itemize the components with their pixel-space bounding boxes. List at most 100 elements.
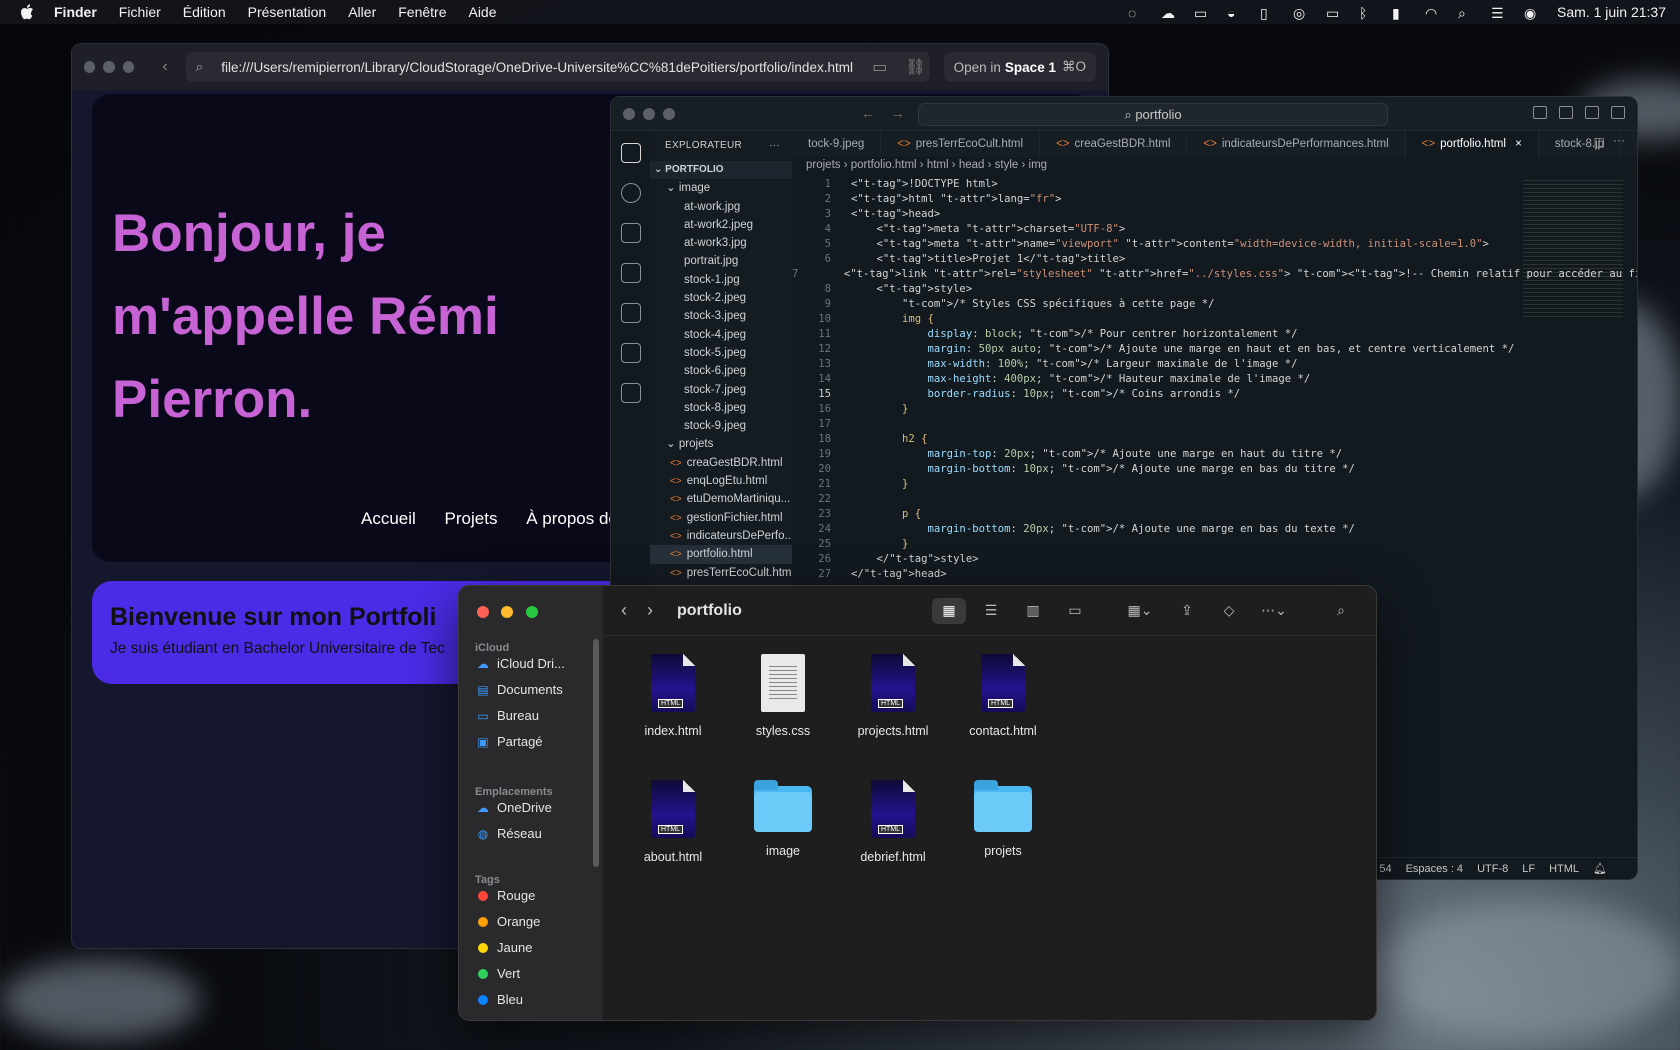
run-debug-icon[interactable] <box>620 263 641 283</box>
bluetooth-icon[interactable]: ᛒ <box>1359 5 1377 21</box>
customize-layout-icon[interactable] <box>1611 106 1625 119</box>
editor-tab[interactable]: stock-8.jp <box>1539 131 1622 157</box>
cup-icon[interactable]: ◒ <box>1227 5 1245 21</box>
status-encoding[interactable]: UTF-8 <box>1477 863 1508 875</box>
command-center-search[interactable]: ⌕ portfolio <box>918 103 1388 126</box>
gallery-view-icon[interactable]: ▭ <box>1058 598 1092 624</box>
icon-view-icon[interactable]: ▦ <box>932 597 966 624</box>
search-icon[interactable]: ⌕ <box>1324 598 1358 624</box>
zoom-button[interactable] <box>663 107 675 120</box>
cloud-status-icon[interactable]: ☁ <box>1161 5 1179 21</box>
explorer-file-item[interactable]: stock-6.jpeg <box>650 362 792 380</box>
breadcrumb-item[interactable]: portfolio.html <box>851 159 917 171</box>
file-item[interactable]: image <box>733 780 833 858</box>
minimize-button[interactable] <box>643 107 655 120</box>
back-arrow-icon[interactable]: ← <box>861 105 875 121</box>
sidebar-item[interactable]: ▤ Documents <box>475 682 562 697</box>
editor-tab[interactable]: <> presTerrEcoCult.html <box>881 131 1041 157</box>
explorer-file-item[interactable]: stock-5.jpeg <box>650 344 792 362</box>
sidebar-item[interactable]: Bleu <box>475 992 523 1007</box>
explorer-file-item[interactable]: portrait.jpg <box>650 252 792 270</box>
nav-link-projets[interactable]: Projets <box>445 509 498 528</box>
explorer-file-item[interactable]: stock-9.jpeg <box>650 417 792 435</box>
close-tab-icon[interactable]: × <box>1512 138 1522 150</box>
menu-fichier[interactable]: Fichier <box>119 4 161 20</box>
explorer-file-item[interactable]: at-work2.jpeg <box>650 216 792 234</box>
forward-chevron-icon[interactable]: › <box>647 600 653 621</box>
source-control-icon[interactable] <box>620 223 641 243</box>
back-chevron-icon[interactable]: ‹ <box>621 600 627 621</box>
explorer-file-item[interactable]: <> creaGestBDR.html <box>650 454 792 472</box>
explorer-file-item[interactable]: <> etuDemoMartiniqu... <box>650 490 792 508</box>
sidebar-item[interactable]: ▭ Bureau <box>475 708 539 723</box>
explorer-file-item[interactable]: <> portfolio.html <box>650 545 792 564</box>
close-button[interactable] <box>623 107 635 120</box>
minimize-button[interactable] <box>501 606 514 618</box>
spotlight-search-icon[interactable]: ⌕ <box>1458 5 1476 21</box>
display-icon[interactable]: ▭ <box>1326 5 1344 21</box>
bed-icon[interactable]: ▭ <box>1194 5 1212 21</box>
explorer-root-folder[interactable]: ⌄ PORTFOLIO <box>650 161 792 180</box>
sidebar-item[interactable]: Orange <box>475 914 540 929</box>
close-button[interactable] <box>477 606 489 618</box>
folder-image[interactable]: ⌄ image <box>650 179 792 197</box>
explorer-file-item[interactable]: stock-4.jpeg <box>650 326 792 344</box>
sidebar-item[interactable]: Rouge <box>475 888 535 903</box>
wifi-icon[interactable]: ◠ <box>1425 5 1443 21</box>
zoom-button[interactable] <box>122 61 135 73</box>
explorer-file-item[interactable]: <> presTerrEcoCult.html <box>650 564 792 582</box>
database-icon[interactable] <box>620 383 641 403</box>
explorer-file-item[interactable]: stock-2.jpeg <box>650 289 792 307</box>
status-indentation[interactable]: Espaces : 4 <box>1406 863 1463 875</box>
control-center-icon[interactable]: ☰ <box>1491 5 1509 21</box>
menu-presentation[interactable]: Présentation <box>248 4 327 20</box>
breadcrumb-item[interactable]: style <box>995 159 1019 171</box>
breadcrumb-item[interactable]: img <box>1029 159 1048 171</box>
menu-app-name[interactable]: Finder <box>54 4 97 20</box>
editor-tab[interactable]: tock-9.jpeg <box>792 131 882 157</box>
explorer-file-item[interactable]: at-work.jpg <box>650 198 792 216</box>
list-view-icon[interactable]: ☰ <box>974 598 1008 624</box>
toggle-sidebar-icon[interactable] <box>1533 106 1547 119</box>
reader-icon[interactable]: ▭ <box>872 57 887 77</box>
sidebar-item[interactable]: ◍ Réseau <box>475 826 542 841</box>
explorer-icon[interactable] <box>620 143 641 163</box>
explorer-file-item[interactable]: at-work3.jpg <box>650 234 792 252</box>
file-item[interactable]: HTML projects.html <box>843 654 943 738</box>
file-item[interactable]: HTML contact.html <box>953 654 1053 738</box>
sync-status-icon[interactable]: ◌ <box>1128 5 1146 21</box>
menu-aller[interactable]: Aller <box>348 4 376 20</box>
battery-icon[interactable]: ▮ <box>1392 5 1410 21</box>
sidebar-status-icon[interactable]: ▯ <box>1260 5 1278 21</box>
breadcrumb-item[interactable]: projets <box>806 159 841 171</box>
toggle-secondary-sidebar-icon[interactable] <box>1585 106 1599 119</box>
minimize-button[interactable] <box>103 61 115 73</box>
explorer-file-item[interactable]: stock-1.jpg <box>650 271 792 289</box>
more-actions-icon[interactable]: ··· <box>769 131 780 161</box>
editor-tab[interactable]: <> indicateursDePerformances.html <box>1187 131 1406 157</box>
explorer-file-item[interactable]: stock-7.jpeg <box>650 381 792 399</box>
tag-icon[interactable]: ◇ <box>1212 598 1246 624</box>
explorer-file-item[interactable]: stock-3.jpeg <box>650 307 792 325</box>
code-editor[interactable]: 1 <"t-tag">!DOCTYPE html> 2 <"t-tag">html "… <box>792 177 1637 582</box>
explorer-file-item[interactable]: <> indicateursDePerfo... <box>650 527 792 545</box>
file-item[interactable]: HTML about.html <box>623 780 723 864</box>
toggle-panel-icon[interactable] <box>1559 106 1573 119</box>
nav-link-accueil[interactable]: Accueil <box>361 509 416 528</box>
breadcrumb-item[interactable]: head <box>959 159 985 171</box>
remote-explorer-icon[interactable] <box>620 343 641 363</box>
back-arrow-icon[interactable]: ‹ <box>162 58 167 76</box>
minimap[interactable] <box>1523 177 1623 317</box>
sidebar-item[interactable]: Vert <box>475 966 520 981</box>
forward-arrow-icon[interactable]: → <box>891 105 905 121</box>
menu-edition[interactable]: Édition <box>183 4 226 20</box>
close-button[interactable] <box>84 61 96 73</box>
explorer-file-item[interactable]: <> gestionFichier.html <box>650 509 792 527</box>
sidebar-item[interactable]: ☁ iCloud Dri... <box>475 656 565 671</box>
file-item[interactable]: HTML debrief.html <box>843 780 943 864</box>
breadcrumb-item[interactable]: html <box>927 159 949 171</box>
airdrop-icon[interactable]: ◎ <box>1293 5 1311 21</box>
more-options-icon[interactable]: ⋯⌄ <box>1254 598 1294 624</box>
sidebar-item[interactable]: Jaune <box>475 940 532 955</box>
explorer-file-item[interactable]: stock-8.jpeg <box>650 399 792 417</box>
